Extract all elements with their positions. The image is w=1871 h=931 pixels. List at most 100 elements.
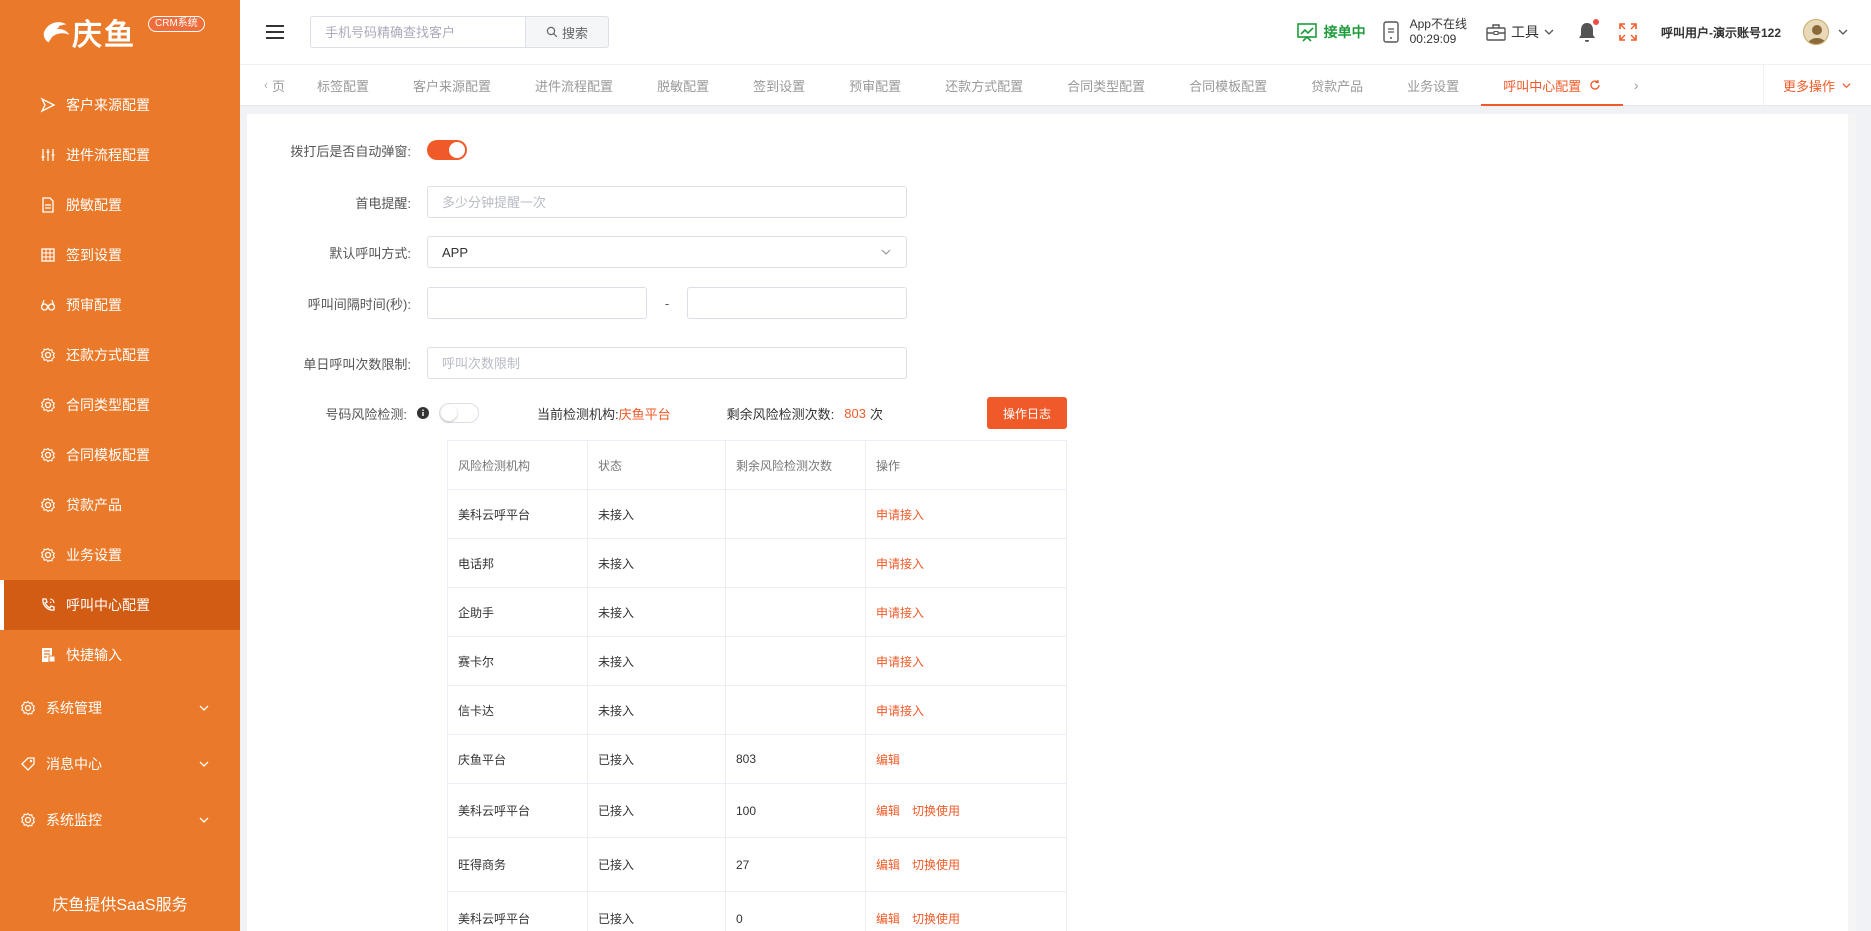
sidebar-item-loan-product[interactable]: 贷款产品 <box>0 480 240 530</box>
edit-link[interactable]: 编辑 <box>876 753 900 767</box>
first-call-reminder-input[interactable] <box>427 186 907 218</box>
edit-link[interactable]: 编辑 <box>876 912 900 926</box>
tab-pre-review[interactable]: 预审配置 <box>827 65 923 105</box>
cell-org: 赛卡尔 <box>447 636 588 686</box>
column-header: 操作 <box>865 440 1067 490</box>
tab-call-center[interactable]: 呼叫中心配置 <box>1481 65 1624 106</box>
crm-badge: CRM系统 <box>148 16 205 32</box>
apply-access-link[interactable]: 申请接入 <box>876 557 924 571</box>
cell-status: 未接入 <box>587 587 726 637</box>
tab-desensitize[interactable]: 脱敏配置 <box>635 65 731 105</box>
logo[interactable]: 庆鱼 CRM系统 <box>0 0 240 64</box>
tools-dropdown[interactable]: 工具 <box>1485 22 1555 42</box>
cell-status: 已接入 <box>587 734 726 784</box>
sidebar-item-business[interactable]: 业务设置 <box>0 530 240 580</box>
sidebar-item-label: 合同模板配置 <box>66 447 150 463</box>
avatar[interactable] <box>1803 19 1829 45</box>
chevron-down-icon <box>881 249 891 255</box>
tab-process[interactable]: 进件流程配置 <box>513 65 635 105</box>
sidebar-item-label: 进件流程配置 <box>66 147 150 163</box>
gear-icon <box>40 497 56 513</box>
sidebar-item-call-center[interactable]: 呼叫中心配置 <box>0 580 240 630</box>
apply-access-link[interactable]: 申请接入 <box>876 508 924 522</box>
first-call-row: 首电提醒: <box>247 186 907 218</box>
tab-contract-template[interactable]: 合同模板配置 <box>1167 65 1289 105</box>
sidebar-item-label: 业务设置 <box>66 547 122 563</box>
tab-customer-source[interactable]: 客户来源配置 <box>391 65 513 105</box>
current-org-label: 当前检测机构: <box>537 406 619 422</box>
fullscreen-icon[interactable] <box>1619 23 1637 41</box>
apply-access-link[interactable]: 申请接入 <box>876 704 924 718</box>
sidebar-item-repayment[interactable]: 还款方式配置 <box>0 330 240 380</box>
apply-access-link[interactable]: 申请接入 <box>876 606 924 620</box>
search-input[interactable] <box>310 16 525 48</box>
risk-check-toggle[interactable] <box>439 403 479 423</box>
column-header: 剩余风险检测次数 <box>725 440 866 490</box>
tab-repayment[interactable]: 还款方式配置 <box>923 65 1045 105</box>
sidebar-item-pre-review[interactable]: 预审配置 <box>0 280 240 330</box>
order-status[interactable]: 接单中 <box>1296 21 1366 43</box>
operation-log-button[interactable]: 操作日志 <box>987 397 1067 429</box>
cell-actions: 申请接入 <box>865 587 1067 637</box>
table-row: 旺得商务 已接入 27 编辑 切换使用 <box>447 837 1067 892</box>
cell-remaining: 27 <box>725 837 866 892</box>
table-header-row: 风险检测机构 状态 剩余风险检测次数 操作 <box>447 440 1067 490</box>
tab-prev-partial[interactable]: 页 <box>268 65 295 105</box>
tab-scroll-right-icon[interactable]: › <box>1623 65 1649 105</box>
search-button[interactable]: 搜索 <box>525 16 609 48</box>
apply-access-link[interactable]: 申请接入 <box>876 655 924 669</box>
cell-actions: 申请接入 <box>865 489 1067 539</box>
cell-actions: 申请接入 <box>865 538 1067 588</box>
gear-icon <box>40 447 56 463</box>
chevron-down-icon <box>199 761 209 767</box>
switch-use-link[interactable]: 切换使用 <box>912 804 960 818</box>
edit-link[interactable]: 编辑 <box>876 858 900 872</box>
tab-scroll-left-icon[interactable]: ‹ <box>240 65 268 105</box>
content-scrollbar[interactable] <box>1848 114 1856 931</box>
interval-max-input[interactable] <box>687 287 907 319</box>
sidebar-item-customer-source[interactable]: 客户来源配置 <box>0 80 240 130</box>
switch-use-link[interactable]: 切换使用 <box>912 858 960 872</box>
switch-use-link[interactable]: 切换使用 <box>912 912 960 926</box>
tab-label-config[interactable]: 标签配置 <box>295 65 391 105</box>
user-name[interactable]: 呼叫用户-演示账号122 <box>1661 24 1781 41</box>
sidebar-item-contract-type[interactable]: 合同类型配置 <box>0 380 240 430</box>
chevron-down-icon[interactable] <box>1837 26 1849 38</box>
sidebar-item-process[interactable]: 进件流程配置 <box>0 130 240 180</box>
chevron-down-icon <box>199 817 209 823</box>
sidebar-group-message-center[interactable]: 消息中心 <box>0 736 240 792</box>
app-status-text: App不在线 <box>1409 17 1467 31</box>
sidebar-group-system-monitor[interactable]: 系统监控 <box>0 792 240 848</box>
tab-checkin[interactable]: 签到设置 <box>731 65 827 105</box>
phone-icon <box>42 598 55 611</box>
cell-remaining <box>725 636 866 686</box>
default-call-select[interactable]: APP <box>427 236 907 268</box>
cell-org: 美科云呼平台 <box>447 891 588 931</box>
edit-link[interactable]: 编辑 <box>876 804 900 818</box>
sidebar-group-system-management[interactable]: 系统管理 <box>0 680 240 736</box>
refresh-icon[interactable] <box>1589 79 1601 91</box>
more-actions-dropdown[interactable]: 更多操作 <box>1763 65 1871 105</box>
tab-business[interactable]: 业务设置 <box>1385 65 1481 105</box>
info-icon[interactable] <box>417 407 429 419</box>
sidebar-item-label: 客户来源配置 <box>66 97 150 113</box>
remaining-unit: 次 <box>869 406 883 422</box>
sidebar-item-quick-input[interactable]: 快捷输入 <box>0 630 240 680</box>
more-actions-label: 更多操作 <box>1782 78 1835 94</box>
keyboard-doc-icon <box>42 648 56 663</box>
cell-actions: 编辑 <box>865 734 1067 784</box>
sidebar-menu: 客户来源配置 进件流程配置 脱敏配置 签到设置 预审配置 还款方式配置 合同类型… <box>0 80 240 848</box>
hamburger-menu-icon[interactable] <box>264 21 286 43</box>
daily-limit-input[interactable] <box>427 347 907 379</box>
cell-remaining <box>725 538 866 588</box>
notifications[interactable] <box>1577 19 1599 43</box>
cell-actions: 申请接入 <box>865 685 1067 735</box>
sidebar-item-desensitize[interactable]: 脱敏配置 <box>0 180 240 230</box>
tab-loan-product[interactable]: 贷款产品 <box>1289 65 1385 105</box>
sidebar-item-checkin[interactable]: 签到设置 <box>0 230 240 280</box>
auto-popup-toggle[interactable] <box>427 140 467 160</box>
interval-min-input[interactable] <box>427 287 647 319</box>
chevron-down-icon <box>1842 82 1851 88</box>
tab-contract-type[interactable]: 合同类型配置 <box>1045 65 1167 105</box>
sidebar-item-contract-template[interactable]: 合同模板配置 <box>0 430 240 480</box>
